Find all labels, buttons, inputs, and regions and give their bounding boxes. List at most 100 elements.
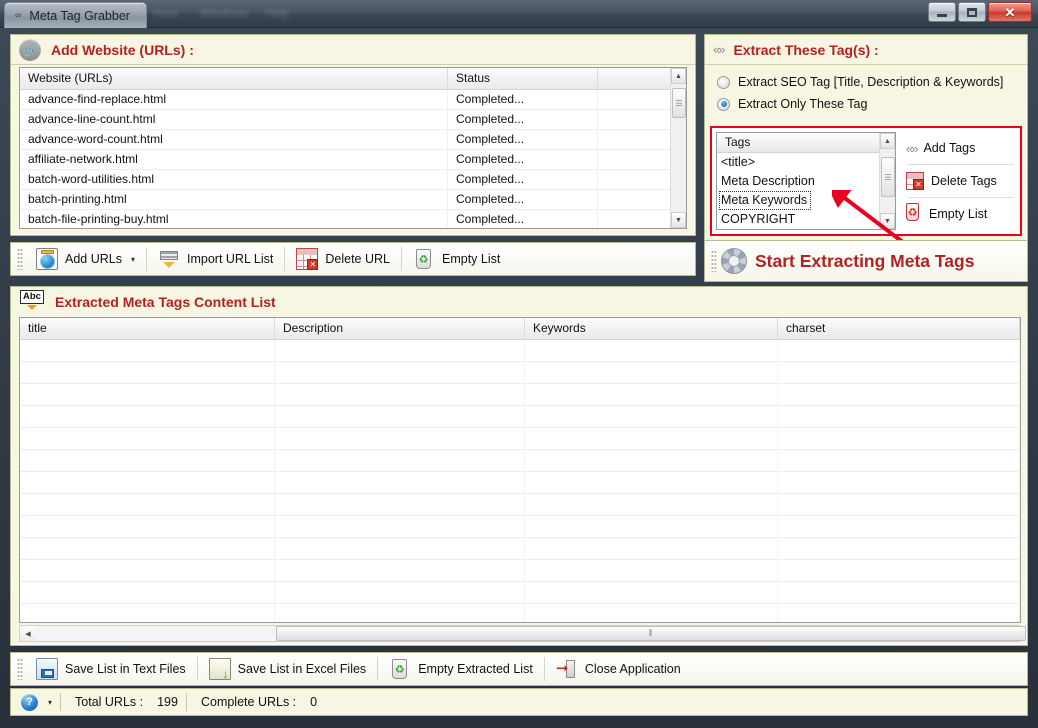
tags-column-header[interactable]: Tags [717,133,895,153]
column-header-title[interactable]: title [20,318,275,340]
cell [20,340,275,362]
cell [20,516,275,538]
empty-tag-list-button[interactable]: ♻ Empty List [904,198,1018,230]
bottom-toolbar: Save List in Text Files ↓ Save List in E… [10,652,1028,686]
list-item[interactable]: Meta Keywords [719,191,811,210]
table-row[interactable] [20,538,1020,560]
url-rows-container: advance-find-replace.html Completed... adv… [20,90,686,228]
maximize-button[interactable] [958,2,986,22]
delete-tags-button[interactable]: ✕ Delete Tags [904,165,1018,197]
table-row[interactable] [20,450,1020,472]
extracted-horizontal-scrollbar[interactable]: ◀ ⦀ ▶ [19,625,1026,642]
start-extracting-button[interactable]: Start Extracting Meta Tags [704,240,1028,282]
import-url-list-label: Import URL List [187,252,274,266]
table-row[interactable] [20,494,1020,516]
column-header-status[interactable]: Status [448,68,598,90]
close-application-label: Close Application [584,662,681,676]
add-tags-button[interactable]: «» Add Tags [904,132,1018,164]
tags-vertical-scrollbar[interactable]: ▲ ☰ ▼ [879,133,895,229]
toolbar-grip[interactable] [711,250,717,272]
add-urls-label: Add URLs [65,252,122,266]
close-button[interactable]: ✕ [988,2,1032,22]
scroll-up-button[interactable]: ▲ [671,68,686,84]
table-row[interactable] [20,516,1020,538]
url-cell: affiliate-network.html [20,150,448,169]
column-header-description[interactable]: Description [275,318,525,340]
link-icon: 🔗 [19,38,41,61]
menu-item-help[interactable]: Help [265,6,290,21]
tags-scroll-down-button[interactable]: ▼ [880,213,895,229]
recycle-bin-red-icon: ♻ [906,203,922,225]
extracted-data-grid[interactable]: title Description Keywords charset [19,317,1021,623]
table-row[interactable] [20,406,1020,428]
radio-button-unselected[interactable] [717,75,730,89]
scrollbar-thumb[interactable]: ☰ [672,88,686,118]
application-window: ∞ Meta Tag Grabber View Windows Help ✕ 🔗… [0,0,1038,728]
recycle-bin-icon: ♻ [413,248,435,270]
chevron-down-icon[interactable]: ▾ [131,255,135,264]
column-header-keywords[interactable]: Keywords [525,318,778,340]
table-row[interactable]: affiliate-network.html Completed... [20,150,686,170]
scroll-down-button[interactable]: ▼ [671,212,686,228]
recycle-bin-icon: ♻ [389,658,411,680]
toolbar-grip[interactable] [17,658,23,680]
toolbar-grip[interactable] [17,248,23,270]
table-row[interactable] [20,428,1020,450]
url-list-grid[interactable]: Website (URLs) Status advance-find-repla… [19,67,687,229]
table-row[interactable]: advance-find-replace.html Completed... [20,90,686,110]
radio-button-selected[interactable] [717,97,730,111]
url-list-vertical-scrollbar[interactable]: ▲ ☰ ▼ [670,68,686,228]
column-header-charset[interactable]: charset [778,318,1020,340]
list-item[interactable]: COPYRIGHT [717,210,895,229]
extract-tags-title: Extract These Tag(s) : [733,41,879,58]
empty-list-button[interactable]: ♻ Empty List [404,244,509,274]
table-row[interactable] [20,384,1020,406]
delete-table-icon: ✕ [296,248,319,270]
table-row[interactable]: batch-word-utilities.html Completed... [20,170,686,190]
window-title-tab[interactable]: ∞ Meta Tag Grabber [4,2,147,28]
import-url-list-button[interactable]: Import URL List [149,244,282,274]
table-row[interactable] [20,604,1020,622]
table-row[interactable] [20,582,1020,604]
save-list-text-button[interactable]: Save List in Text Files [27,654,195,684]
empty-extracted-list-button[interactable]: ♻ Empty Extracted List [380,654,542,684]
horizontal-scrollbar-thumb[interactable]: ⦀ [276,626,1026,641]
delete-tags-label: Delete Tags [931,174,997,188]
table-row[interactable]: advance-word-count.html Completed... [20,130,686,150]
angle-brackets-icon: «» [906,140,919,156]
cell [20,472,275,494]
tags-scrollbar-thumb[interactable]: ☰ [881,157,895,197]
table-row[interactable]: advance-line-count.html Completed... [20,110,686,130]
scroll-left-button[interactable]: ◀ [20,626,36,641]
delete-url-button[interactable]: ✕ Delete URL [287,244,399,274]
chevron-down-icon[interactable]: ▾ [48,698,52,707]
radio-extract-seo-tag[interactable]: Extract SEO Tag [Title, Description & Ke… [717,75,1003,89]
table-row[interactable] [20,472,1020,494]
close-application-button[interactable]: ➞ Close Application [547,654,690,684]
extract-mode-radio-group: Extract SEO Tag [Title, Description & Ke… [717,75,1003,111]
list-item[interactable]: Meta Description [717,172,895,191]
save-list-excel-button[interactable]: ↓ Save List in Excel Files [200,654,376,684]
help-icon[interactable]: ? [21,693,38,711]
minimize-button[interactable] [928,2,956,22]
cell [20,538,275,560]
cell [275,472,525,494]
column-header-website[interactable]: Website (URLs) [20,68,448,90]
status-bar: ? ▾ Total URLs : 199 Complete URLs : 0 [10,688,1028,716]
add-urls-button[interactable]: Add URLs ▾ [27,244,144,274]
menu-item-view[interactable]: View [152,6,178,21]
tags-scroll-up-button[interactable]: ▲ [880,133,895,149]
table-row[interactable]: batch-file-printing-buy.html Completed... [20,210,686,228]
radio-extract-only-these-tag[interactable]: Extract Only These Tag [717,97,1003,111]
add-website-title: Add Website (URLs) : [51,41,194,58]
table-row[interactable] [20,340,1020,362]
cell [525,560,778,582]
table-row[interactable] [20,560,1020,582]
angle-brackets-icon: «» [713,42,726,57]
tags-listbox[interactable]: Tags <title> Meta Description Meta Keyword… [716,132,896,230]
table-row[interactable]: batch-printing.html Completed... [20,190,686,210]
menu-item-windows[interactable]: Windows [200,6,249,21]
list-item[interactable]: <title> [717,153,895,172]
table-row[interactable] [20,362,1020,384]
toolbar-separator [543,657,545,681]
